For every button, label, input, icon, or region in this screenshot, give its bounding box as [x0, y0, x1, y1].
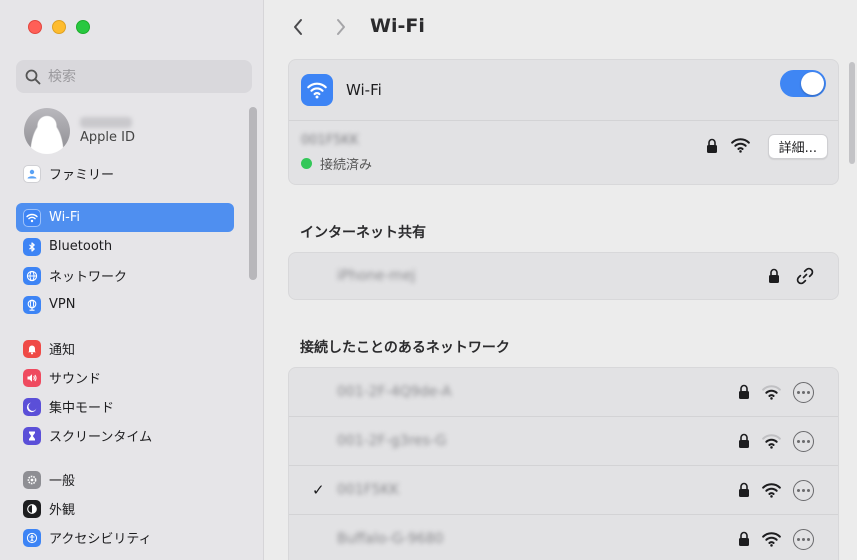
- sidebar-item-label: スクリーンタイム: [49, 430, 153, 445]
- checkmark-icon: ✓: [312, 481, 325, 499]
- known-network-row[interactable]: Buffalo-G-9680: [289, 514, 838, 560]
- sidebar-item-label: 通知: [49, 343, 76, 358]
- main-scrollbar[interactable]: [849, 62, 855, 164]
- known-network-name: Buffalo-G-9680: [337, 531, 444, 547]
- status-dot: [301, 158, 312, 169]
- hotspot-row[interactable]: iPhone-mej: [289, 253, 838, 299]
- known-networks-section-title: 接続したことのあるネットワーク: [300, 340, 510, 356]
- bluetooth-icon: [23, 237, 41, 256]
- apple-id-name: ●●●●●: [80, 117, 132, 128]
- hotspot-card: iPhone-mej: [288, 252, 839, 300]
- lock-icon: [739, 482, 749, 497]
- known-network-row[interactable]: 001-2F-4Q9de-A: [289, 368, 838, 416]
- sidebar-item-network[interactable]: ネットワーク: [16, 261, 234, 290]
- lock-icon: [739, 433, 749, 448]
- sidebar-item-focus[interactable]: 集中モード: [16, 392, 234, 421]
- sidebar-scrollbar[interactable]: [249, 107, 257, 280]
- sidebar-item-family[interactable]: ファミリー: [16, 159, 234, 188]
- appearance-icon: [23, 499, 41, 518]
- family-icon: [23, 164, 41, 183]
- status-text: 接続済み: [320, 158, 373, 173]
- more-options-button[interactable]: [793, 479, 814, 501]
- moon-icon: [23, 397, 41, 416]
- wifi-toggle[interactable]: [780, 70, 826, 97]
- search-field[interactable]: [16, 60, 252, 93]
- sidebar-item-vpn[interactable]: VPN: [16, 290, 234, 319]
- lock-icon: [739, 384, 749, 399]
- wifi-strength-icon: [762, 385, 781, 400]
- sidebar-item-label: Bluetooth: [49, 239, 113, 254]
- toolbar: Wi-Fi: [265, 0, 857, 56]
- sidebar-item-wifi[interactable]: Wi-Fi: [16, 203, 234, 232]
- more-options-button[interactable]: [793, 430, 814, 452]
- lock-icon: [707, 138, 717, 153]
- sidebar-item-label: ファミリー: [49, 168, 115, 183]
- vpn-globe-icon: [23, 295, 41, 314]
- sidebar-item-appearance[interactable]: 外観: [16, 494, 234, 523]
- more-options-button[interactable]: [793, 528, 814, 550]
- close-window-button[interactable]: [28, 20, 42, 34]
- lock-icon: [739, 531, 749, 546]
- gear-icon: [23, 470, 41, 489]
- current-network-row: 001F5KK 接続済み 詳細...: [289, 120, 838, 185]
- sidebar-item-label: ネットワーク: [49, 270, 128, 285]
- wifi-strength-icon: [762, 434, 781, 449]
- apple-id-item[interactable]: ●●●●● Apple ID: [24, 108, 244, 154]
- sidebar: ●●●●● Apple ID ファミリー Wi-Fi Bluetooth: [0, 0, 264, 560]
- known-network-name: 001F5KK: [337, 482, 400, 498]
- more-options-button[interactable]: [793, 381, 814, 403]
- known-network-row[interactable]: 001-2F-g3res-G: [289, 416, 838, 465]
- known-network-name: 001-2F-4Q9de-A: [337, 384, 452, 400]
- globe-icon: [23, 266, 41, 285]
- sidebar-item-bluetooth[interactable]: Bluetooth: [16, 232, 234, 261]
- chevron-right-icon: [337, 19, 345, 35]
- sidebar-item-screentime[interactable]: スクリーンタイム: [16, 421, 234, 450]
- hotspot-section-title: インターネット共有: [300, 225, 426, 241]
- sidebar-item-label: 集中モード: [49, 401, 115, 416]
- hotspot-network-name: iPhone-mej: [337, 268, 416, 284]
- minimize-window-button[interactable]: [52, 20, 66, 34]
- avatar: [24, 108, 70, 154]
- connection-status: 接続済み: [301, 154, 372, 173]
- sidebar-item-label: サウンド: [49, 372, 102, 387]
- details-button[interactable]: 詳細...: [767, 134, 828, 159]
- window-controls: [28, 20, 90, 34]
- known-networks-card: 001-2F-4Q9de-A 001-2F-g3res-G ✓ 001F5KK: [288, 367, 839, 560]
- sidebar-item-label: 一般: [49, 474, 76, 489]
- sidebar-item-label: 外観: [49, 503, 76, 518]
- speaker-icon: [23, 368, 41, 387]
- link-icon: [796, 267, 814, 285]
- search-input[interactable]: [48, 68, 238, 85]
- page-title: Wi-Fi: [370, 15, 425, 37]
- sidebar-item-sound[interactable]: サウンド: [16, 363, 234, 392]
- chevron-left-icon: [294, 19, 302, 35]
- forward-button[interactable]: [330, 16, 352, 38]
- sidebar-item-general[interactable]: 一般: [16, 465, 234, 494]
- wifi-strength-icon: [731, 138, 750, 153]
- wifi-toggle-row: Wi-Fi: [289, 60, 838, 120]
- main-pane: Wi-Fi Wi-Fi 001F5KK 接続済み 詳細... インターネット共有: [265, 0, 857, 560]
- back-button[interactable]: [287, 16, 309, 38]
- wifi-icon: [23, 208, 41, 227]
- lock-icon: [769, 268, 779, 283]
- known-network-row[interactable]: ✓ 001F5KK: [289, 465, 838, 514]
- sidebar-item-label: アクセシビリティ: [49, 532, 152, 547]
- sidebar-item-label: VPN: [49, 297, 76, 312]
- wifi-label: Wi-Fi: [346, 81, 382, 99]
- sidebar-item-notifications[interactable]: 通知: [16, 334, 234, 363]
- sidebar-item-accessibility[interactable]: アクセシビリティ: [16, 523, 234, 552]
- zoom-window-button[interactable]: [76, 20, 90, 34]
- wifi-card: Wi-Fi 001F5KK 接続済み 詳細...: [288, 59, 839, 185]
- accessibility-icon: [23, 528, 41, 547]
- known-network-name: 001-2F-g3res-G: [337, 433, 447, 449]
- current-network-name: 001F5KK: [301, 133, 359, 148]
- wifi-strength-icon: [762, 532, 781, 547]
- sidebar-item-label: Wi-Fi: [49, 210, 81, 225]
- search-icon: [25, 69, 41, 84]
- wifi-strength-icon: [762, 483, 781, 498]
- hourglass-icon: [23, 426, 41, 445]
- wifi-icon: [301, 74, 333, 106]
- apple-id-label: Apple ID: [80, 130, 135, 145]
- bell-icon: [23, 339, 41, 358]
